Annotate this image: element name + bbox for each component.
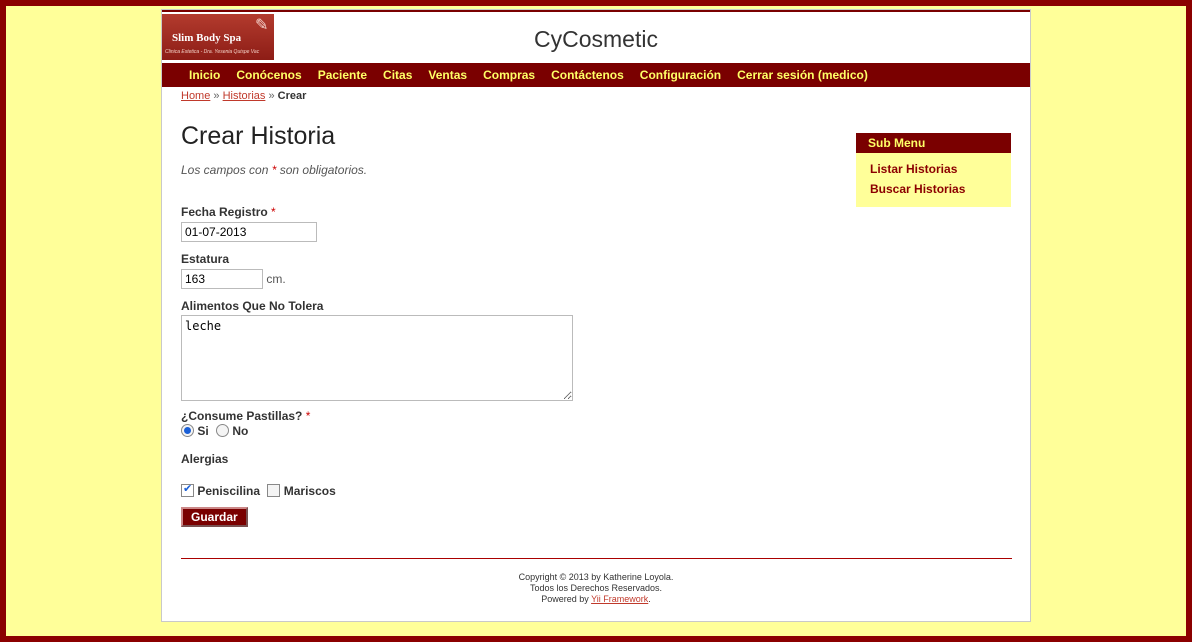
footer-powered-suffix: .: [648, 594, 651, 604]
menu-item-paciente[interactable]: Paciente: [310, 63, 375, 87]
fecha-registro-input[interactable]: [181, 222, 317, 242]
page-container: Slim Body Spa Clinica Estetica - Dra. Ye…: [161, 9, 1031, 622]
breadcrumb-historias-link[interactable]: Historias: [223, 90, 266, 102]
footer-copyright: Copyright © 2013 by Katherine Loyola.: [518, 572, 674, 582]
menu-item-conocenos[interactable]: Conócenos: [228, 63, 309, 87]
sidebar-item-listar-historias[interactable]: Listar Historias: [856, 159, 1011, 179]
required-note-prefix: Los campos con: [181, 163, 272, 177]
pastillas-si-radio[interactable]: [181, 424, 194, 438]
peniscilina-checkbox[interactable]: [181, 482, 194, 498]
estatura-row: Estatura cm.: [181, 252, 286, 289]
fecha-registro-label: Fecha Registro: [181, 205, 268, 219]
required-star: *: [305, 409, 311, 423]
footer-powered-prefix: Powered by: [541, 594, 592, 604]
guardar-button[interactable]: Guardar: [181, 507, 248, 527]
sidebar: Sub Menu Listar Historias Buscar Histori…: [856, 133, 1011, 207]
sidebar-title: Sub Menu: [856, 133, 1011, 153]
alergias-options: Peniscilina Mariscos: [181, 482, 340, 498]
peniscilina-label: Peniscilina: [197, 483, 261, 498]
save-row: Guardar: [181, 507, 248, 527]
pastillas-no-label: No: [232, 423, 249, 438]
menu-item-citas[interactable]: Citas: [375, 63, 420, 87]
breadcrumb-separator: »: [268, 90, 275, 102]
required-star: *: [271, 205, 276, 219]
pastillas-label: ¿Consume Pastillas?: [181, 409, 303, 423]
breadcrumb: Home » Historias » Crear: [181, 90, 306, 102]
pastillas-row: ¿Consume Pastillas? * Si No: [181, 409, 310, 438]
pastillas-no-radio[interactable]: [216, 424, 230, 438]
sidebar-item-buscar-historias[interactable]: Buscar Historias: [856, 179, 1011, 199]
alimentos-textarea[interactable]: leche: [181, 315, 573, 401]
mariscos-checkbox[interactable]: [267, 484, 281, 498]
menu-item-inicio[interactable]: Inicio: [181, 63, 228, 87]
menu-item-ventas[interactable]: Ventas: [420, 63, 475, 87]
sidebar-menu: Listar Historias Buscar Historias: [856, 153, 1011, 207]
alimentos-row: Alimentos Que No Tolera leche: [181, 299, 573, 404]
breadcrumb-separator: »: [213, 90, 220, 102]
main-content: Crear Historia Los campos con * son obli…: [181, 122, 821, 527]
breadcrumb-current: Crear: [277, 90, 307, 102]
footer-divider: [181, 558, 1012, 559]
footer-rights: Todos los Derechos Reservados.: [529, 583, 663, 593]
alimentos-label: Alimentos Que No Tolera: [181, 299, 324, 313]
yii-framework-link[interactable]: Yii Framework: [591, 594, 648, 604]
fecha-registro-row: Fecha Registro *: [181, 205, 317, 242]
estatura-unit: cm.: [266, 272, 286, 286]
menu-item-configuracion[interactable]: Configuración: [632, 63, 729, 87]
menu-item-contactenos[interactable]: Contáctenos: [543, 63, 632, 87]
pastillas-si-label: Si: [197, 423, 209, 438]
estatura-label: Estatura: [181, 252, 230, 266]
footer: Copyright © 2013 by Katherine Loyola. To…: [162, 572, 1030, 605]
alergias-label: Alergias: [181, 452, 229, 466]
header: Slim Body Spa Clinica Estetica - Dra. Ye…: [162, 12, 1030, 63]
main-menu: Inicio Conócenos Paciente Citas Ventas C…: [162, 63, 1030, 87]
mariscos-label: Mariscos: [283, 483, 336, 498]
site-title: CyCosmetic: [534, 26, 658, 52]
page-title: Crear Historia: [181, 122, 336, 150]
footer-powered: Powered by Yii Framework.: [162, 594, 1030, 605]
menu-item-compras[interactable]: Compras: [475, 63, 543, 87]
alergias-row: Alergias Peniscilina Mariscos: [181, 452, 340, 498]
required-note: Los campos con * son obligatorios.: [181, 163, 821, 177]
required-note-suffix: son obligatorios.: [276, 163, 368, 177]
breadcrumb-home-link[interactable]: Home: [181, 90, 210, 102]
menu-item-cerrar-sesion[interactable]: Cerrar sesión (medico): [729, 63, 876, 87]
estatura-input[interactable]: [181, 269, 263, 289]
